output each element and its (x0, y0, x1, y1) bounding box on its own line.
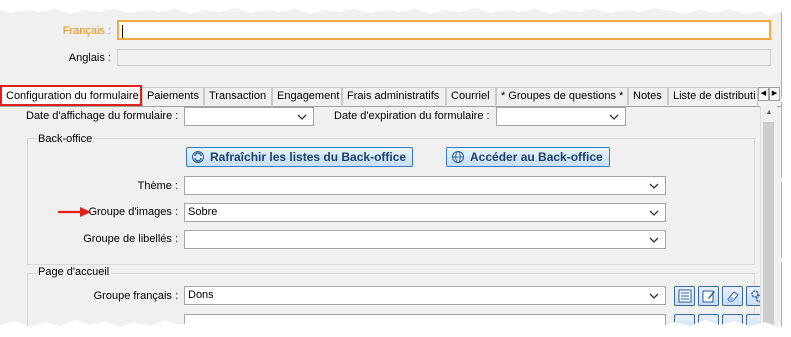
tab-configuration[interactable]: Configuration du formulaire (0, 85, 142, 106)
window: Français : Anglais : Configuration du fo… (0, 0, 791, 337)
torn-edge-decoration (0, 0, 791, 337)
